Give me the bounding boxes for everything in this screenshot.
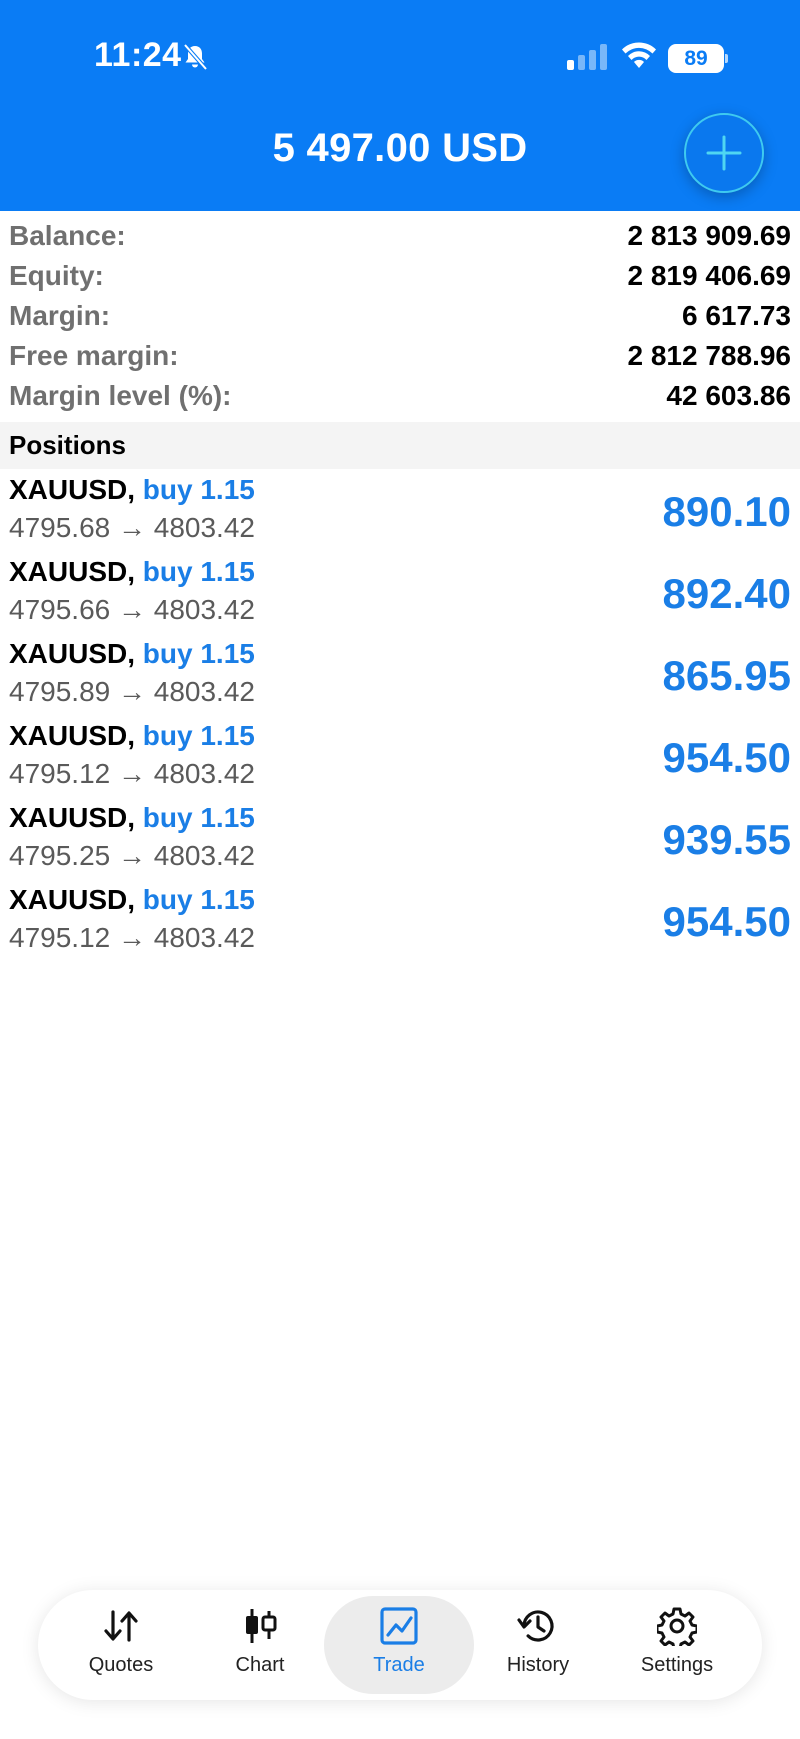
position-profit: 865.95 [662,652,791,699]
trade-chart-icon [377,1604,421,1648]
position-symbol: XAUUSD, [9,802,136,833]
summary-row-balance: Balance: 2 813 909.69 [0,216,800,256]
position-side: buy 1.15 [142,720,255,751]
position-prices: 4795.89 → 4803.42 [9,676,255,707]
battery-icon: 89 [668,44,728,73]
wifi-icon [621,42,657,75]
position-row[interactable]: XAUUSD, buy 1.15 4795.68 → 4803.42 890.1… [0,472,800,554]
summary-row-equity: Equity: 2 819 406.69 [0,256,800,296]
position-symbol: XAUUSD, [9,638,136,669]
position-prices: 4795.12 → 4803.42 [9,758,255,789]
history-clock-icon [516,1604,560,1648]
bottom-tab-bar: Quotes Chart Trade History Settings [38,1590,762,1700]
positions-list: XAUUSD, buy 1.15 4795.68 → 4803.42 890.1… [0,472,800,964]
tab-history[interactable]: History [463,1596,613,1694]
position-side: buy 1.15 [142,638,255,669]
positions-section-header: Positions [0,422,800,469]
tab-chart[interactable]: Chart [185,1596,335,1694]
position-profit: 954.50 [662,898,791,945]
bell-slash-icon [180,42,210,77]
position-symbol: XAUUSD, [9,884,136,915]
tab-label: Chart [235,1654,285,1676]
position-prices: 4795.66 → 4803.42 [9,594,255,625]
summary-value: 6 617.73 [682,300,791,331]
summary-value: 2 812 788.96 [627,340,792,371]
position-profit: 892.40 [662,570,791,617]
summary-value: 2 813 909.69 [627,220,792,251]
candlestick-icon [238,1604,282,1648]
status-time: 11:24 [94,36,182,74]
header-balance: 5 497.00 USD [272,126,528,170]
summary-row-margin-level: Margin level (%): 42 603.86 [0,376,800,416]
tab-label: Trade [373,1654,425,1676]
position-row[interactable]: XAUUSD, buy 1.15 4795.25 → 4803.42 939.5… [0,800,800,882]
account-summary: Balance: 2 813 909.69 Equity: 2 819 406.… [0,216,800,416]
tab-quotes[interactable]: Quotes [46,1596,196,1694]
tab-settings[interactable]: Settings [602,1596,752,1694]
tab-label: Quotes [88,1654,154,1676]
position-row[interactable]: XAUUSD, buy 1.15 4795.12 → 4803.42 954.5… [0,882,800,964]
summary-label: Balance: [9,220,126,251]
tab-label: History [506,1654,570,1676]
tab-trade[interactable]: Trade [324,1596,474,1694]
position-title: XAUUSD, buy 1.15 [9,884,255,916]
position-side: buy 1.15 [142,802,255,833]
quotes-arrows-icon [99,1604,143,1648]
position-profit: 939.55 [662,816,791,863]
position-profit: 954.50 [662,734,791,781]
summary-label: Margin: [9,300,111,331]
summary-row-free-margin: Free margin: 2 812 788.96 [0,336,800,376]
gear-icon [655,1604,699,1648]
position-symbol: XAUUSD, [9,720,136,751]
summary-label: Equity: [9,260,104,291]
position-row[interactable]: XAUUSD, buy 1.15 4795.66 → 4803.42 892.4… [0,554,800,636]
position-row[interactable]: XAUUSD, buy 1.15 4795.12 → 4803.42 954.5… [0,718,800,800]
position-prices: 4795.25 → 4803.42 [9,840,255,871]
tab-label: Settings [640,1654,714,1676]
summary-label: Margin level (%): [9,380,232,411]
summary-value: 42 603.86 [666,380,791,411]
position-title: XAUUSD, buy 1.15 [9,474,255,506]
position-symbol: XAUUSD, [9,474,136,505]
position-side: buy 1.15 [142,474,255,505]
position-prices: 4795.12 → 4803.42 [9,922,255,953]
position-profit: 890.10 [662,488,791,535]
position-title: XAUUSD, buy 1.15 [9,802,255,834]
position-title: XAUUSD, buy 1.15 [9,638,255,670]
plus-icon [706,135,742,171]
position-side: buy 1.15 [142,884,255,915]
battery-level: 89 [668,44,724,73]
position-symbol: XAUUSD, [9,556,136,587]
position-title: XAUUSD, buy 1.15 [9,556,255,588]
app-header: 11:24 89 5 497.00 USD [0,0,800,211]
position-row[interactable]: XAUUSD, buy 1.15 4795.89 → 4803.42 865.9… [0,636,800,718]
position-side: buy 1.15 [142,556,255,587]
summary-row-margin: Margin: 6 617.73 [0,296,800,336]
summary-value: 2 819 406.69 [627,260,792,291]
position-prices: 4795.68 → 4803.42 [9,512,255,543]
signal-icon [567,44,609,75]
position-title: XAUUSD, buy 1.15 [9,720,255,752]
add-order-button[interactable] [684,113,764,193]
summary-label: Free margin: [9,340,179,371]
